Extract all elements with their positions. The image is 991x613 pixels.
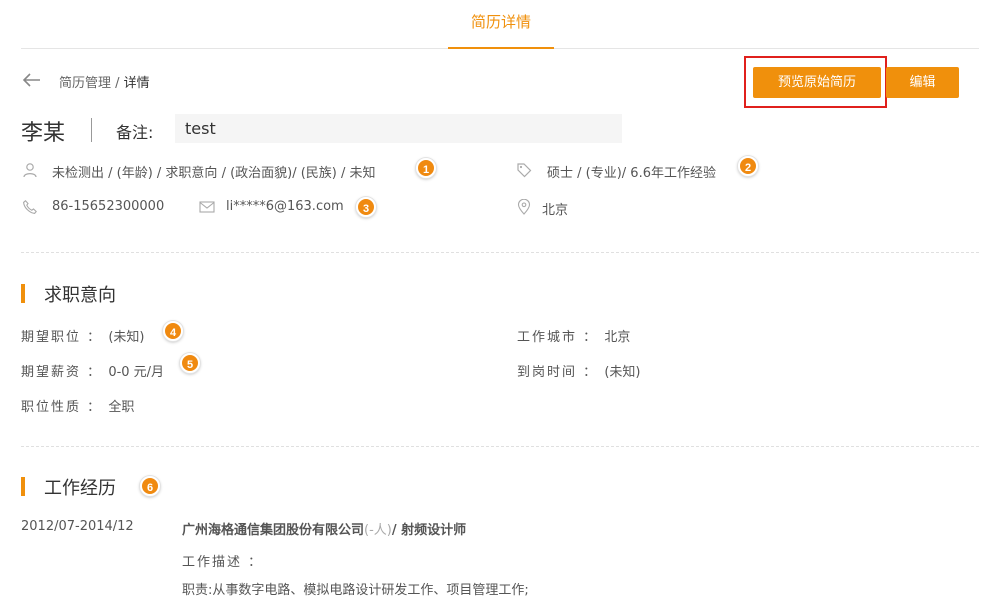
candidate-name: 李某 (21, 121, 66, 146)
tag-icon (516, 162, 532, 178)
divider (21, 446, 979, 447)
location: 北京 (542, 203, 569, 218)
edit-button[interactable]: 编辑 (886, 67, 959, 98)
breadcrumb-separator: / (111, 76, 124, 91)
field-expected-position: 期望职位 ： (未知) (21, 330, 145, 345)
work-description-text: 职责:从事数字电路、模拟电路设计研发工作、项目管理工作; (182, 583, 529, 598)
section-title-job-intention: 求职意向 (44, 285, 116, 306)
remark-input[interactable]: test (175, 114, 622, 143)
divider (21, 252, 979, 253)
location-pin-icon (517, 199, 531, 215)
annotation-badge-3: 3 (356, 197, 376, 217)
annotation-badge-6: 6 (140, 476, 160, 496)
position-title: 射频设计师 (401, 523, 467, 538)
position-separator: / (391, 523, 402, 538)
person-icon (22, 162, 38, 178)
section-accent-bar (21, 284, 25, 303)
work-date-range: 2012/07-2014/12 (21, 519, 134, 534)
breadcrumb: 简历管理 / 详情 (59, 72, 150, 91)
phone-icon (22, 199, 38, 215)
section-title-work-experience: 工作经历 (44, 478, 116, 499)
company-size: (-人) (364, 523, 392, 538)
remark-label: 备注: (116, 123, 154, 142)
annotation-badge-4: 4 (163, 321, 183, 341)
education-info: 硕士 / (专业)/ 6.6年工作经验 (547, 166, 716, 181)
breadcrumb-parent[interactable]: 简历管理 (59, 76, 111, 91)
preview-original-resume-button[interactable]: 预览原始简历 (753, 67, 881, 98)
field-arrival-time: 到岗时间 ： (未知) (517, 365, 641, 380)
tab-resume-detail[interactable]: 简历详情 (448, 0, 554, 49)
back-arrow-icon[interactable] (22, 71, 42, 89)
work-description-label: 工作描述 ： (182, 555, 264, 570)
phone-number: 86-15652300000 (52, 199, 165, 214)
field-work-city: 工作城市 ： 北京 (517, 330, 631, 345)
tab-bar: 简历详情 (21, 0, 979, 49)
annotation-badge-1: 1 (416, 158, 436, 178)
breadcrumb-current: 详情 (123, 76, 150, 91)
field-expected-salary: 期望薪资 ： 0-0 元/月 (21, 365, 165, 380)
annotation-badge-5: 5 (180, 353, 200, 373)
mail-icon (199, 200, 215, 214)
field-job-type: 职位性质 ： 全职 (21, 400, 135, 415)
section-accent-bar (21, 477, 25, 496)
work-company-line: 广州海格通信集团股份有限公司(-人)/ 射频设计师 (182, 519, 466, 538)
name-divider (91, 118, 92, 142)
annotation-badge-2: 2 (738, 156, 758, 176)
company-name: 广州海格通信集团股份有限公司 (182, 523, 365, 538)
basic-info: 未检测出 / (年龄) / 求职意向 / (政治面貌)/ (民族) / 未知 (52, 166, 376, 181)
email-address: li*****6@163.com (226, 199, 344, 214)
